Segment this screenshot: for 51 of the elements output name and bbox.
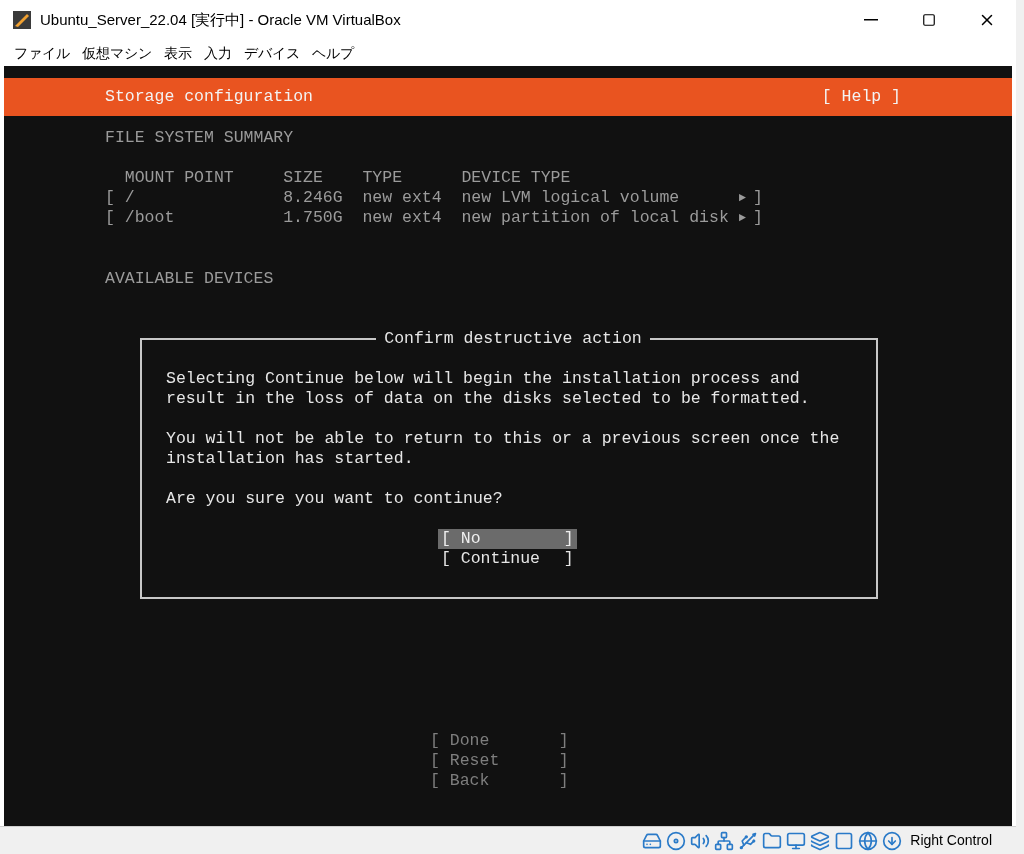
dialog-message: You will not be able to return to this or a previous screen once the installation has started. (166, 429, 841, 469)
download-icon[interactable] (882, 830, 903, 851)
section-heading: AVAILABLE DEVICES (105, 269, 274, 289)
bracket-text: [ (105, 188, 116, 208)
disc-icon[interactable] (666, 830, 687, 851)
usb-icon[interactable] (738, 830, 759, 851)
table-cell[interactable]: / (124, 188, 284, 208)
window-title: Ubuntu_Server_22.04 [実行中] - Oracle VM VirtualBox (40, 9, 401, 30)
menu-item[interactable]: 仮想マシン (76, 42, 158, 64)
bracket-text: ] (753, 208, 763, 228)
table-cell-text: new ext4 (362, 208, 443, 228)
table-cell[interactable]: /boot (124, 208, 284, 228)
table-cell: 8.246G (283, 188, 343, 208)
bracket-button[interactable]: [ Done ] (430, 731, 569, 751)
arrow-text[interactable]: ► (738, 188, 754, 208)
bracket-button[interactable]: [ Back ] (430, 771, 569, 791)
dialog-message: Selecting Continue below will begin the installation process and result in the loss of data on the disks selected to be formatted. (166, 369, 811, 409)
globe-icon[interactable] (858, 830, 879, 851)
column-header: DEVICE TYPE (461, 168, 571, 188)
column-header: SIZE (283, 168, 324, 188)
bracket-button[interactable]: [ Reset ] (430, 751, 569, 771)
bracket-text: [ (105, 208, 116, 228)
table-cell-text: new ext4 (362, 188, 443, 208)
table-cell-text: new LVM logical volume (461, 188, 681, 208)
bracket-text: ] (753, 188, 763, 208)
host-key-label: Right Control (910, 831, 992, 850)
screen-title: Storage configuration (105, 87, 313, 107)
folder-icon[interactable] (762, 830, 783, 851)
maximize-icon (922, 13, 936, 27)
bracket-button[interactable]: [ Continue ] (438, 549, 577, 569)
bracket-button[interactable]: [ No ] (438, 529, 577, 549)
monitor-icon[interactable] (786, 830, 807, 851)
menu-item[interactable]: 表示 (158, 42, 198, 64)
speaker-icon[interactable] (690, 830, 711, 851)
network-icon[interactable] (714, 830, 735, 851)
arrow-text[interactable]: ► (738, 208, 754, 228)
menu-item[interactable]: 入力 (198, 42, 238, 64)
square-icon[interactable] (834, 830, 855, 851)
column-header: TYPE (362, 168, 404, 188)
menu-item[interactable]: ヘルプ (306, 42, 360, 64)
minimize-icon (864, 19, 878, 21)
table-cell-text: new partition of local disk (461, 208, 730, 228)
app-logo-icon (12, 10, 32, 30)
menu-item[interactable]: ファイル (8, 42, 76, 64)
column-header: MOUNT POINT (124, 168, 235, 188)
dialog-message: Are you sure you want to continue? (166, 489, 504, 509)
dialog-title: Confirm destructive action (383, 329, 643, 349)
table-cell: 1.750G (283, 208, 343, 228)
menu-item[interactable]: デバイス (238, 42, 306, 64)
section-heading: FILE SYSTEM SUMMARY (105, 128, 294, 148)
layers-icon[interactable] (810, 830, 831, 851)
